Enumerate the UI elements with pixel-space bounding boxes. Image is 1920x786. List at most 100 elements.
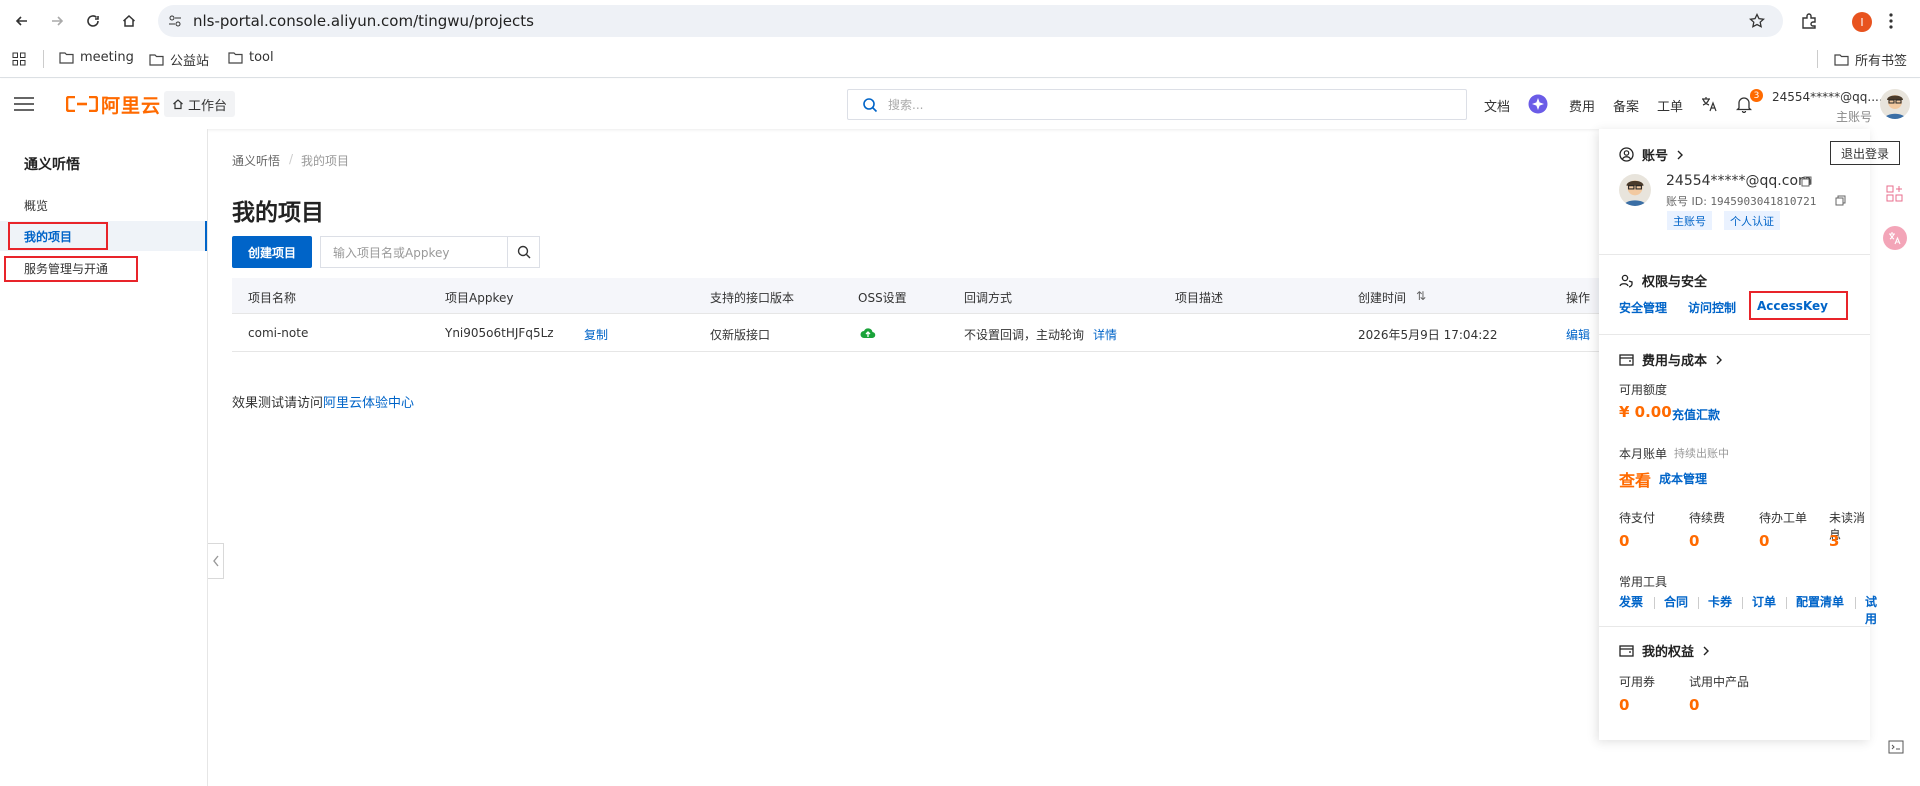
header-user-email[interactable]: 24554*****@qq.... xyxy=(1772,90,1883,104)
bookmark-gongyizhan[interactable]: 公益站 xyxy=(149,50,209,69)
chevron-right-icon xyxy=(1677,150,1684,159)
header-link-billing[interactable]: 费用 xyxy=(1569,96,1595,115)
panel-divider xyxy=(1599,254,1870,255)
tool-config-list-link[interactable]: 配置清单 xyxy=(1796,593,1844,610)
breadcrumb-current: 我的项目 xyxy=(301,154,350,168)
recharge-link[interactable]: 充值汇款 xyxy=(1672,406,1720,423)
stat-value-pending-tickets[interactable]: 0 xyxy=(1759,532,1769,550)
column-header: 项目名称 xyxy=(248,291,297,305)
experience-center-link[interactable]: 阿里云体验中心 xyxy=(323,396,414,411)
tool-order-link[interactable]: 订单 xyxy=(1752,593,1776,610)
forward-icon[interactable] xyxy=(46,10,68,32)
logo-text[interactable]: 阿里云 xyxy=(101,91,161,118)
rights-section-header[interactable]: 我的权益 xyxy=(1619,641,1710,660)
extensions-icon[interactable] xyxy=(1800,12,1818,30)
folder-icon xyxy=(228,52,243,64)
project-search-button[interactable] xyxy=(507,236,540,268)
header-user-role: 主账号 xyxy=(1836,110,1873,124)
stat-value-unread-messages[interactable]: 3 xyxy=(1829,532,1839,550)
all-bookmarks[interactable]: 所有书签 xyxy=(1834,50,1907,69)
tool-separator xyxy=(1855,597,1856,609)
aliyun-logo-icon[interactable] xyxy=(66,96,98,112)
workbench-button[interactable]: 工作台 xyxy=(164,91,236,117)
profile-avatar[interactable]: I xyxy=(1852,12,1872,32)
hamburger-menu-icon[interactable] xyxy=(14,96,34,112)
apps-sparkle-icon[interactable] xyxy=(1886,185,1904,203)
stat-value-pending-payment[interactable]: 0 xyxy=(1619,532,1629,550)
notification-bell-icon[interactable] xyxy=(1736,96,1752,113)
translate-float-icon[interactable] xyxy=(1883,226,1907,250)
breadcrumb-item[interactable]: 通义听悟 xyxy=(232,152,280,169)
apps-grid-icon[interactable] xyxy=(12,52,26,66)
home-icon[interactable] xyxy=(118,10,140,32)
left-nav: 通义听悟 概览 我的项目 服务管理与开通 xyxy=(0,129,208,786)
header-link-tickets[interactable]: 工单 xyxy=(1657,96,1683,115)
header-avatar[interactable] xyxy=(1880,89,1910,119)
tool-trial-link[interactable]: 试用 xyxy=(1865,593,1877,627)
table-row: comi-note Yni905o6tHJFq5Lz 复制 仅新版接口 不设置回… xyxy=(232,314,1600,352)
site-info-icon[interactable] xyxy=(168,14,182,28)
browser-menu-icon[interactable] xyxy=(1888,12,1894,30)
tool-contract-link[interactable]: 合同 xyxy=(1664,593,1688,610)
terminal-icon[interactable] xyxy=(1888,740,1904,754)
chevron-right-icon xyxy=(1703,646,1710,655)
highlight-box xyxy=(8,222,108,250)
chevron-left-icon xyxy=(212,555,219,567)
home-icon xyxy=(173,99,183,110)
bookmark-meeting[interactable]: meeting xyxy=(59,50,134,65)
collapse-sidebar-button[interactable] xyxy=(208,543,224,579)
tool-coupon-link[interactable]: 卡券 xyxy=(1708,593,1732,610)
created-time: 2026年5月9日 17:04:22 xyxy=(1358,328,1498,342)
footer-note: 效果测试请访问阿里云体验中心 xyxy=(232,396,415,411)
project-search-input[interactable]: 输入项目名或Appkey xyxy=(320,236,508,268)
account-panel: 账号 退出登录 24554*****@qq.com 账号 ID: 1945903… xyxy=(1599,129,1900,740)
tag-personal-verification[interactable]: 个人认证 xyxy=(1724,211,1780,230)
copy-icon[interactable] xyxy=(1801,176,1812,187)
global-search-input[interactable]: 搜索... xyxy=(847,89,1467,120)
security-management-link[interactable]: 安全管理 xyxy=(1619,299,1667,316)
cloud-upload-icon[interactable] xyxy=(860,326,876,340)
nav-item-overview[interactable]: 概览 xyxy=(24,197,48,214)
bookmark-tool[interactable]: tool xyxy=(228,50,274,65)
panel-divider xyxy=(1599,334,1870,335)
tool-separator xyxy=(1698,597,1699,609)
sort-icon[interactable]: ⇅ xyxy=(1416,289,1426,303)
edit-project-link[interactable]: 编辑 xyxy=(1566,326,1590,343)
reload-icon[interactable] xyxy=(82,10,104,32)
create-project-button[interactable]: 创建项目 xyxy=(232,236,312,268)
stat-value-pending-renewal[interactable]: 0 xyxy=(1689,532,1699,550)
tool-separator xyxy=(1742,597,1743,609)
copy-icon[interactable] xyxy=(1835,195,1846,206)
right-tool-strip xyxy=(1870,129,1920,786)
rights-value-coupons[interactable]: 0 xyxy=(1619,696,1629,714)
column-header: 项目描述 xyxy=(1175,291,1224,305)
rights-value-trials[interactable]: 0 xyxy=(1689,696,1699,714)
logout-button[interactable]: 退出登录 xyxy=(1830,141,1900,165)
view-bill-link[interactable]: 查看 xyxy=(1619,467,1651,491)
tool-invoice-link[interactable]: 发票 xyxy=(1619,593,1643,610)
account-section-header[interactable]: 账号 xyxy=(1619,145,1684,164)
stat-label-pending-payment: 待支付 xyxy=(1619,511,1656,525)
cost-management-link[interactable]: 成本管理 xyxy=(1659,470,1707,487)
translate-icon[interactable] xyxy=(1700,95,1718,113)
column-header: 支持的接口版本 xyxy=(710,291,795,305)
column-header-created[interactable]: 创建时间 xyxy=(1358,289,1406,306)
folder-icon xyxy=(149,54,164,66)
header-link-docs[interactable]: 文档 xyxy=(1484,96,1510,115)
callback-detail-link[interactable]: 详情 xyxy=(1093,326,1117,343)
console-header: 阿里云 工作台 搜索... 文档 费用 备案 工单 3 24554*****@q… xyxy=(0,79,1920,129)
project-appkey: Yni905o6tHJFq5Lz xyxy=(445,326,554,340)
tool-separator xyxy=(1786,597,1787,609)
ai-assistant-icon[interactable] xyxy=(1528,94,1548,114)
page-title: 我的项目 xyxy=(232,200,324,226)
copy-appkey-link[interactable]: 复制 xyxy=(584,326,608,343)
header-link-filing[interactable]: 备案 xyxy=(1613,96,1639,115)
bookmark-star-icon[interactable] xyxy=(1749,13,1765,29)
access-control-link[interactable]: 访问控制 xyxy=(1688,299,1736,316)
wallet-icon xyxy=(1619,354,1634,366)
column-header: OSS设置 xyxy=(858,291,907,305)
billing-section-header[interactable]: 费用与成本 xyxy=(1619,350,1723,369)
back-icon[interactable] xyxy=(11,10,33,32)
table-header: 项目名称 项目Appkey 支持的接口版本 OSS设置 回调方式 项目描述 创建… xyxy=(232,278,1600,314)
monthly-bill-status: 持续出账中 xyxy=(1674,447,1729,460)
